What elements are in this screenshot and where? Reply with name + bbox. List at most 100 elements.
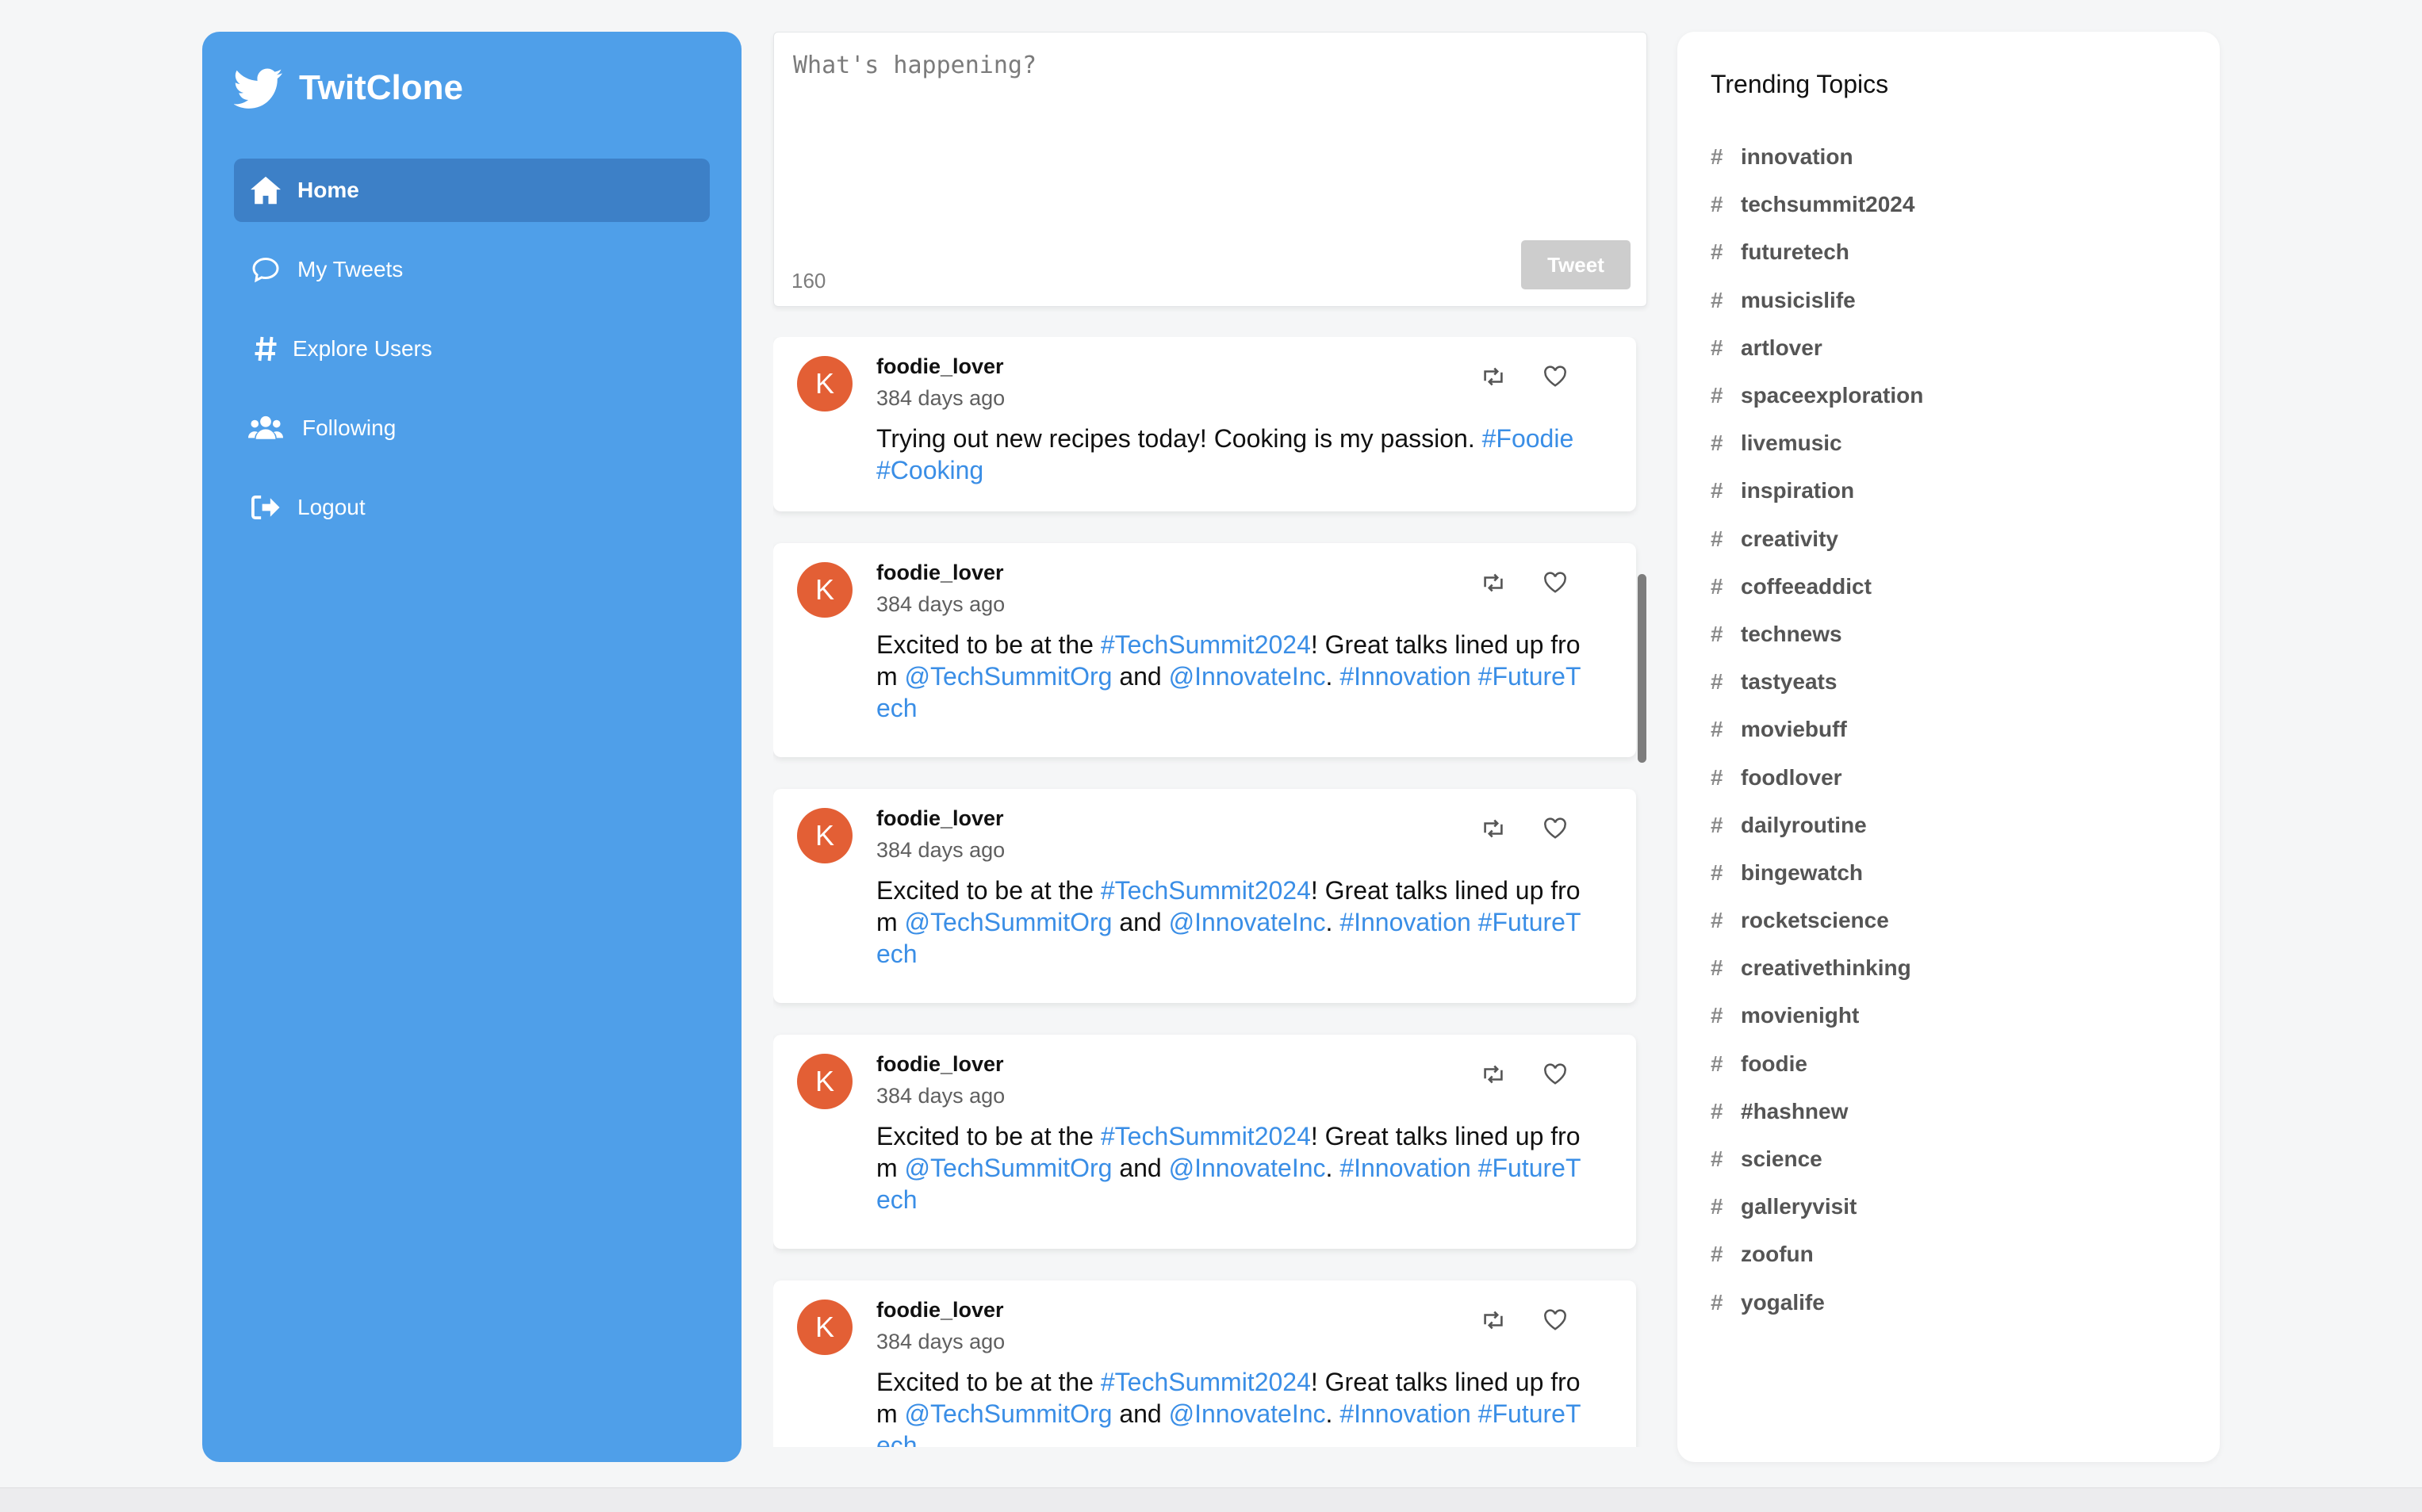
trending-item[interactable]: # coffeeaddict: [1711, 563, 1923, 611]
nav-explore-users[interactable]: Explore Users: [234, 317, 710, 381]
trending-item[interactable]: # movienight: [1711, 992, 1923, 1039]
hashtag-link[interactable]: #Foodie: [1482, 424, 1574, 453]
retweet-icon[interactable]: [1477, 567, 1509, 599]
trending-topic-link[interactable]: tastyeats: [1741, 669, 1837, 695]
tweet-input[interactable]: [791, 50, 1627, 212]
trending-item[interactable]: # futuretech: [1711, 228, 1923, 276]
trending-item[interactable]: # tastyeats: [1711, 658, 1923, 706]
trending-item[interactable]: # foodie: [1711, 1040, 1923, 1088]
trending-topic-link[interactable]: #hashnew: [1741, 1099, 1848, 1124]
mention-link[interactable]: @TechSummitOrg: [905, 908, 1113, 936]
avatar[interactable]: K: [797, 562, 853, 618]
like-icon[interactable]: [1539, 361, 1571, 392]
trending-item[interactable]: # galleryvisit: [1711, 1183, 1923, 1231]
trending-item[interactable]: # livemusic: [1711, 419, 1923, 467]
tweet-card[interactable]: K foodie_lover 384 days ago Excited to b…: [773, 789, 1636, 1003]
tweet-card[interactable]: K foodie_lover 384 days ago Trying out n…: [773, 337, 1636, 511]
tweet-button[interactable]: Tweet: [1521, 240, 1631, 289]
avatar[interactable]: K: [797, 808, 853, 863]
trending-item[interactable]: # spaceexploration: [1711, 372, 1923, 419]
hashtag-link[interactable]: #TechSummit2024: [1101, 630, 1311, 659]
hashtag-link[interactable]: #Innovation: [1339, 1154, 1470, 1182]
tweet-card[interactable]: K foodie_lover 384 days ago Excited to b…: [773, 543, 1636, 757]
trending-item[interactable]: # foodlover: [1711, 753, 1923, 801]
nav-logout[interactable]: Logout: [234, 476, 710, 539]
trending-topic-link[interactable]: creativity: [1741, 526, 1838, 552]
mention-link[interactable]: @InnovateInc: [1169, 1399, 1326, 1428]
trending-topic-link[interactable]: science: [1741, 1146, 1822, 1172]
nav-home[interactable]: Home: [234, 159, 710, 222]
trending-topic-link[interactable]: foodlover: [1741, 765, 1842, 790]
hashtag-link[interactable]: #TechSummit2024: [1101, 1368, 1311, 1396]
tweet-feed[interactable]: K foodie_lover 384 days ago Trying out n…: [773, 337, 1646, 1447]
trending-topic-link[interactable]: coffeeaddict: [1741, 574, 1872, 599]
mention-link[interactable]: @InnovateInc: [1169, 908, 1326, 936]
trending-item[interactable]: # artlover: [1711, 324, 1923, 372]
trending-item[interactable]: # #hashnew: [1711, 1088, 1923, 1135]
nav-following[interactable]: Following: [234, 396, 710, 460]
trending-item[interactable]: # techsummit2024: [1711, 181, 1923, 228]
trending-item[interactable]: # inspiration: [1711, 467, 1923, 515]
mention-link[interactable]: @InnovateInc: [1169, 1154, 1326, 1182]
avatar[interactable]: K: [797, 1054, 853, 1109]
trending-topic-link[interactable]: movienight: [1741, 1003, 1859, 1028]
avatar[interactable]: K: [797, 1300, 853, 1355]
trending-item[interactable]: # zoofun: [1711, 1231, 1923, 1278]
trending-topic-link[interactable]: moviebuff: [1741, 717, 1847, 742]
trending-item[interactable]: # bingewatch: [1711, 849, 1923, 897]
trending-item[interactable]: # technews: [1711, 611, 1923, 658]
hashtag-link[interactable]: #Innovation: [1339, 1399, 1470, 1428]
trending-item[interactable]: # dailyroutine: [1711, 802, 1923, 849]
nav-my-tweets[interactable]: My Tweets: [234, 238, 710, 301]
mention-link[interactable]: @InnovateInc: [1169, 662, 1326, 691]
trending-topic-link[interactable]: spaceexploration: [1741, 383, 1923, 408]
trending-topic-link[interactable]: futuretech: [1741, 239, 1849, 265]
hashtag-link[interactable]: #TechSummit2024: [1101, 1122, 1311, 1150]
mention-link[interactable]: @TechSummitOrg: [905, 662, 1113, 691]
trending-item[interactable]: # moviebuff: [1711, 706, 1923, 753]
trending-topic-link[interactable]: bingewatch: [1741, 860, 1863, 886]
trending-topic-link[interactable]: galleryvisit: [1741, 1194, 1857, 1219]
trending-topic-link[interactable]: techsummit2024: [1741, 192, 1914, 217]
trending-topic-link[interactable]: technews: [1741, 622, 1842, 647]
hashtag-link[interactable]: #Cooking: [876, 456, 983, 484]
brand[interactable]: TwitClone: [234, 63, 463, 113]
like-icon[interactable]: [1539, 1304, 1571, 1336]
tweet-card[interactable]: K foodie_lover 384 days ago Excited to b…: [773, 1280, 1636, 1447]
tweet-username[interactable]: foodie_lover: [876, 1298, 1004, 1323]
trending-item[interactable]: # creativity: [1711, 515, 1923, 563]
tweet-card[interactable]: K foodie_lover 384 days ago Excited to b…: [773, 1035, 1636, 1249]
trending-topic-link[interactable]: innovation: [1741, 144, 1853, 170]
avatar[interactable]: K: [797, 356, 853, 411]
hashtag-link[interactable]: #Innovation: [1339, 908, 1470, 936]
trending-topic-link[interactable]: yogalife: [1741, 1290, 1825, 1315]
retweet-icon[interactable]: [1477, 1058, 1509, 1090]
tweet-username[interactable]: foodie_lover: [876, 806, 1004, 831]
mention-link[interactable]: @TechSummitOrg: [905, 1154, 1113, 1182]
trending-topic-link[interactable]: zoofun: [1741, 1242, 1814, 1267]
trending-topic-link[interactable]: artlover: [1741, 335, 1822, 361]
tweet-username[interactable]: foodie_lover: [876, 354, 1004, 379]
tweet-username[interactable]: foodie_lover: [876, 561, 1004, 585]
hashtag-link[interactable]: #Innovation: [1339, 662, 1470, 691]
trending-item[interactable]: # creativethinking: [1711, 944, 1923, 992]
like-icon[interactable]: [1539, 813, 1571, 844]
trending-topic-link[interactable]: inspiration: [1741, 478, 1854, 503]
mention-link[interactable]: @TechSummitOrg: [905, 1399, 1113, 1428]
like-icon[interactable]: [1539, 567, 1571, 599]
feed-scrollbar[interactable]: [1638, 574, 1646, 763]
retweet-icon[interactable]: [1477, 813, 1509, 844]
retweet-icon[interactable]: [1477, 361, 1509, 392]
tweet-username[interactable]: foodie_lover: [876, 1052, 1004, 1077]
trending-item[interactable]: # musicislife: [1711, 277, 1923, 324]
trending-item[interactable]: # science: [1711, 1135, 1923, 1183]
retweet-icon[interactable]: [1477, 1304, 1509, 1336]
like-icon[interactable]: [1539, 1058, 1571, 1090]
hashtag-link[interactable]: #TechSummit2024: [1101, 876, 1311, 905]
trending-topic-link[interactable]: foodie: [1741, 1051, 1807, 1077]
trending-topic-link[interactable]: livemusic: [1741, 431, 1842, 456]
trending-topic-link[interactable]: rocketscience: [1741, 908, 1889, 933]
trending-item[interactable]: # rocketscience: [1711, 897, 1923, 944]
trending-item[interactable]: # innovation: [1711, 133, 1923, 181]
trending-item[interactable]: # yogalife: [1711, 1279, 1923, 1326]
